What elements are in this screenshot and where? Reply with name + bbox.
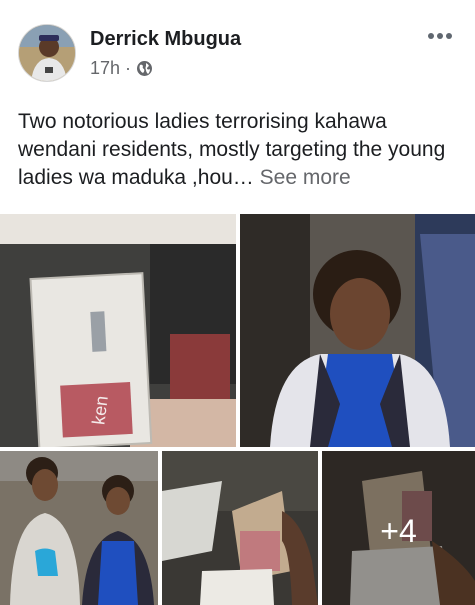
photo-more[interactable]: +4 [322,451,475,605]
photo-two-women[interactable] [0,451,158,605]
photo-woman-blue-shirt[interactable] [240,214,475,447]
post-caption: Two notorious ladies terrorising kahawa … [18,108,463,192]
facebook-post: Derrick Mbugua 17h · Two notorious ladie… [0,0,475,605]
author-name[interactable]: Derrick Mbugua [90,28,241,51]
globe-icon [136,60,153,77]
meta-separator: · [125,58,132,78]
photo-envelope[interactable]: ken [0,214,236,447]
post-header: Derrick Mbugua 17h · [18,24,458,86]
see-more-link[interactable]: See more [260,166,351,189]
photo-hands-money[interactable] [162,451,318,605]
envelope-text: ken [88,395,111,426]
author-avatar[interactable] [18,24,76,82]
post-time[interactable]: 17h [90,58,120,79]
post-meta: 17h · [90,58,153,79]
caption-text: Two notorious ladies terrorising kahawa … [18,110,446,189]
more-horizontal-icon[interactable] [426,26,454,46]
more-photos-count: +4 [380,513,417,549]
